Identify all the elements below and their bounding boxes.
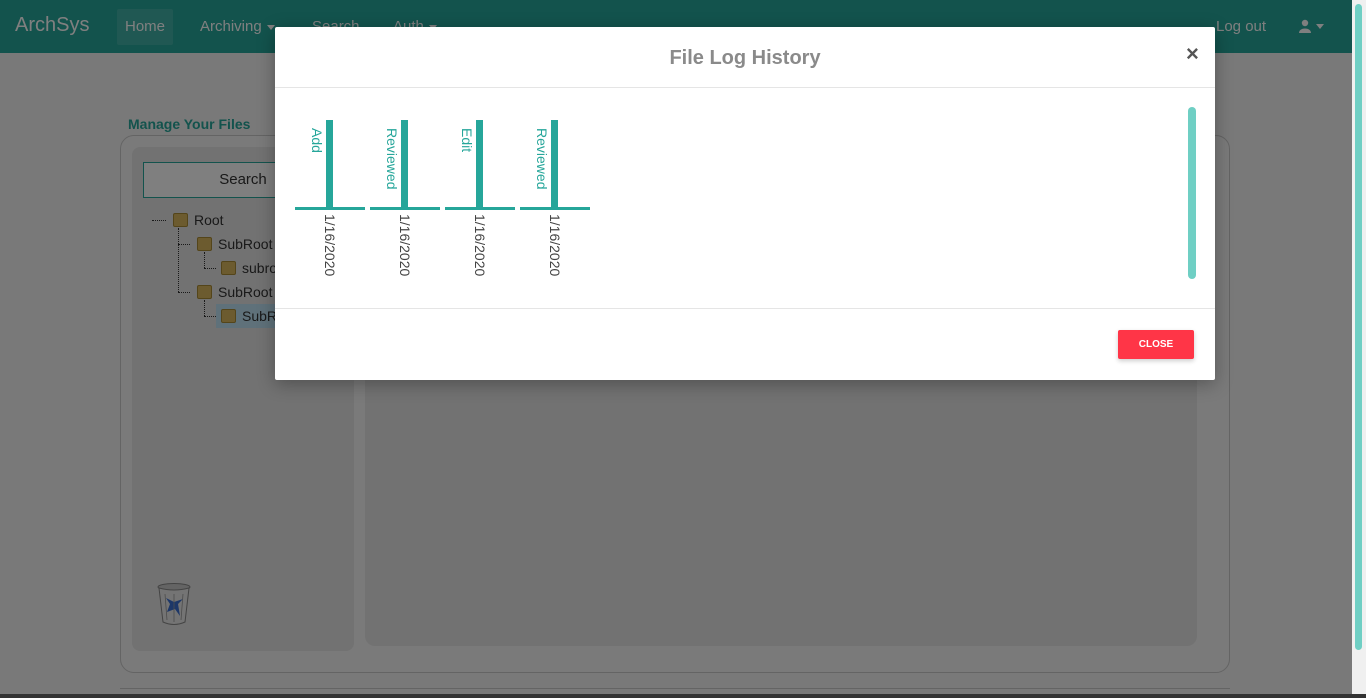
- log-entry-date: 1/16/2020: [547, 214, 563, 277]
- log-entry-bar: [401, 120, 408, 210]
- log-entry-action: Edit: [459, 128, 475, 153]
- log-entry-base: [295, 207, 365, 210]
- log-entry-date: 1/16/2020: [397, 214, 413, 277]
- modal-footer: CLOSE: [275, 308, 1215, 380]
- log-entry: Add 1/16/2020: [295, 120, 365, 290]
- log-entry: Reviewed 1/16/2020: [520, 120, 590, 290]
- log-entry-action: Add: [309, 128, 325, 153]
- log-entry-base: [370, 207, 440, 210]
- log-entry-date: 1/16/2020: [322, 214, 338, 277]
- log-entry-bar: [476, 120, 483, 210]
- log-entry-bar: [326, 120, 333, 210]
- file-log-history-modal: File Log History × Add 1/16/2020 Reviewe…: [275, 27, 1215, 380]
- log-entry-date: 1/16/2020: [472, 214, 488, 277]
- modal-title: File Log History: [669, 47, 821, 69]
- bottom-edge: [0, 694, 1366, 698]
- close-button[interactable]: CLOSE: [1118, 330, 1194, 359]
- page-scrollbar-thumb[interactable]: [1355, 4, 1362, 650]
- close-icon[interactable]: ×: [1186, 41, 1199, 67]
- log-entry-base: [445, 207, 515, 210]
- log-entry: Reviewed 1/16/2020: [370, 120, 440, 290]
- log-entry-action: Reviewed: [534, 128, 550, 190]
- log-entry-bar: [551, 120, 558, 210]
- log-entry: Edit 1/16/2020: [445, 120, 515, 290]
- modal-body-scrollbar[interactable]: [1188, 107, 1196, 279]
- modal-body: Add 1/16/2020 Reviewed 1/16/2020 Edit 1/…: [275, 88, 1215, 308]
- modal-header: File Log History ×: [275, 27, 1215, 88]
- log-entry-base: [520, 207, 590, 210]
- log-entry-action: Reviewed: [384, 128, 400, 190]
